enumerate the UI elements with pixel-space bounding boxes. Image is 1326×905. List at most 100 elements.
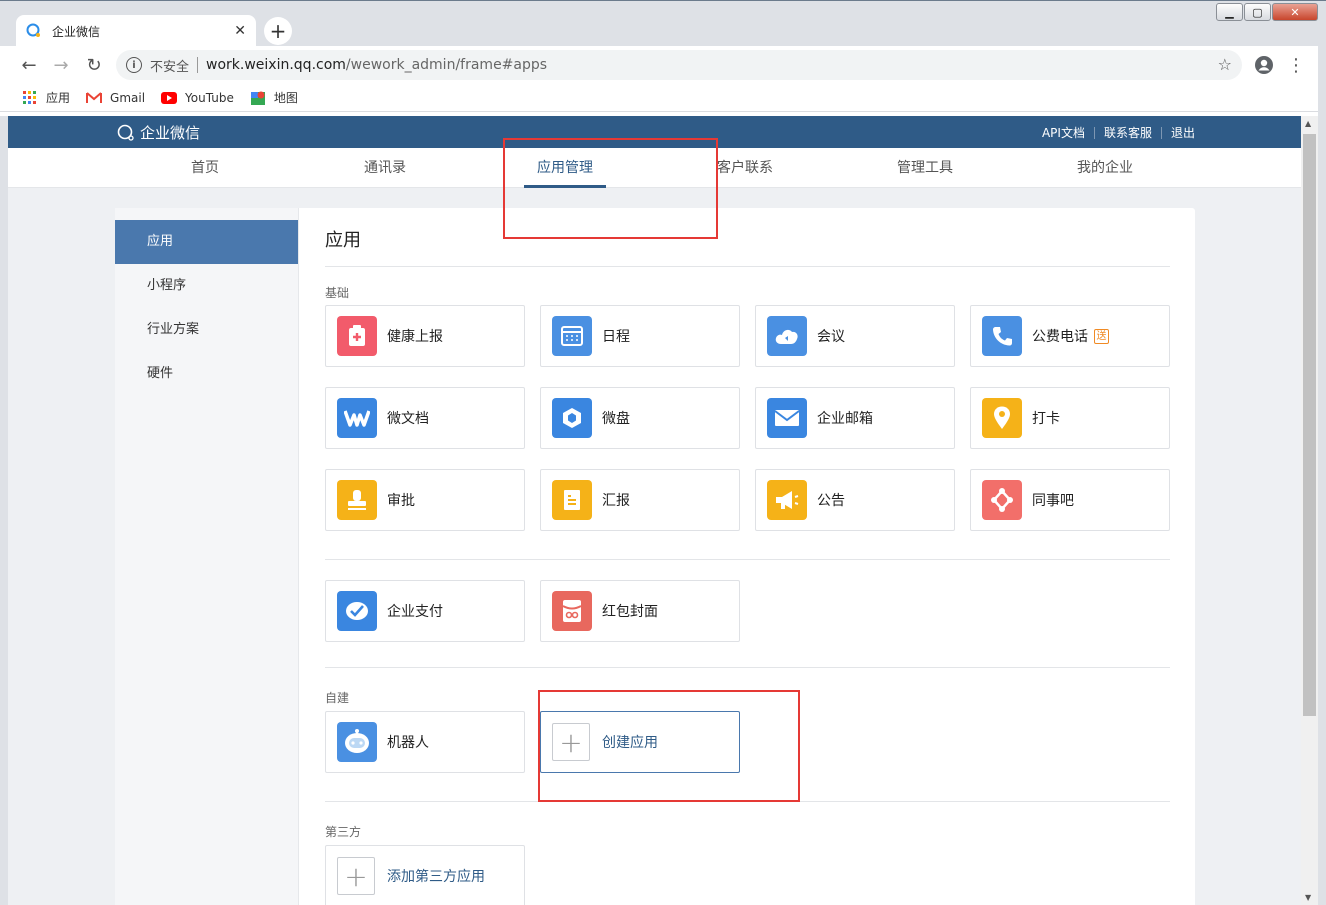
bookmark-label: 应用 [46,91,71,105]
logo-text: 企业微信 [140,124,201,142]
link-divider [1160,126,1162,139]
app-card-health-report[interactable]: 健康上报 [325,305,525,367]
bookmark-star-icon[interactable]: ☆ [1218,55,1232,74]
bookmark-youtube[interactable]: YouTube [161,90,234,106]
app-name: 公费电话送 [1032,326,1109,346]
url-path: /wework_admin/frame#apps [345,57,548,73]
menu-kebab-icon[interactable]: ⋮ [1285,54,1307,76]
app-card-mail[interactable]: 企业邮箱 [755,387,955,449]
app-name: 汇报 [602,493,630,509]
nav-my-enterprise[interactable]: 我的企业 [1060,148,1150,188]
section-label-basic: 基础 [325,286,350,300]
info-icon[interactable]: i [126,57,142,73]
window-frame-right [1318,46,1326,905]
scrollbar-thumb[interactable] [1303,134,1316,716]
gift-badge: 送 [1094,329,1109,344]
app-name: 机器人 [387,735,429,751]
logout-link[interactable]: 退出 [1171,124,1195,141]
sidebar-item-industry-solutions[interactable]: 行业方案 [115,308,298,352]
close-tab-icon[interactable]: ✕ [234,23,246,39]
address-bar[interactable]: i 不安全 work.weixin.qq.com /wework_admin/f… [116,50,1242,80]
bookmark-label: Gmail [110,90,146,105]
tab-title: 企业微信 [52,24,101,39]
youtube-icon [161,90,178,106]
red-packet-icon [552,591,592,631]
close-window-button[interactable]: ✕ [1272,3,1318,21]
colleague-icon [982,480,1022,520]
app-card-colleague[interactable]: 同事吧 [970,469,1170,531]
insecure-label: 不安全 [150,59,190,75]
forward-arrow-icon[interactable]: → [50,54,72,76]
app-name: 打卡 [1032,411,1060,427]
maximize-button[interactable]: ▢ [1244,3,1271,21]
window-frame-left [0,116,8,905]
doc-icon [337,398,377,438]
bookmark-label: 地图 [273,91,298,105]
app-name: 日程 [602,329,630,345]
minimize-button[interactable]: ▁ [1216,3,1243,21]
profile-icon[interactable] [1253,54,1275,76]
browser-tab[interactable]: 企业微信 ✕ [16,15,256,47]
app-name: 微文档 [387,411,429,427]
add-third-party-label: 添加第三方应用 [387,869,485,885]
browser-toolbar: ← → ↻ i 不安全 work.weixin.qq.com /wework_a… [0,46,1326,84]
section-label-custom: 自建 [325,691,350,705]
app-name: 微盘 [602,411,630,427]
nav-management-tools[interactable]: 管理工具 [880,148,970,188]
app-name: 同事吧 [1032,493,1074,509]
app-card-announcement[interactable]: 公告 [755,469,955,531]
app-card-meeting[interactable]: 会议 [755,305,955,367]
approval-icon [337,480,377,520]
new-tab-button[interactable]: + [264,17,292,45]
app-card-robot[interactable]: 机器人 [325,711,525,773]
app-card-checkin[interactable]: 打卡 [970,387,1170,449]
phone-icon [982,316,1022,356]
sidebar-item-hardware[interactable]: 硬件 [115,352,298,396]
calendar-icon [552,316,592,356]
app-name: 审批 [387,493,415,509]
reload-icon[interactable]: ↻ [83,54,105,76]
app-card-pay[interactable]: 企业支付 [325,580,525,642]
page-scrollbar[interactable]: ▲ ▼ [1301,116,1318,905]
scroll-down-icon[interactable]: ▼ [1305,893,1311,902]
scroll-up-icon[interactable]: ▲ [1305,119,1311,128]
app-card-drive[interactable]: 微盘 [540,387,740,449]
bookmark-gmail[interactable]: Gmail [86,90,145,106]
annotation-box-nav [503,138,718,239]
bookmark-maps[interactable]: 地图 [250,89,298,106]
divider [325,667,1170,668]
url-host: work.weixin.qq.com [206,57,346,73]
app-card-approval[interactable]: 审批 [325,469,525,531]
app-card-phone[interactable]: 公费电话送 [970,305,1170,367]
sidebar-item-mini-programs[interactable]: 小程序 [115,264,298,308]
app-name: 企业支付 [387,604,443,620]
sidebar-item-apps[interactable]: 应用 [115,220,298,264]
bookmark-label: YouTube [185,90,234,105]
logo[interactable]: 企业微信 [116,122,200,143]
checkin-icon [982,398,1022,438]
app-card-red-packet[interactable]: 红包封面 [540,580,740,642]
api-docs-link[interactable]: API文档 [1042,124,1085,141]
back-arrow-icon[interactable]: ← [18,54,40,76]
meeting-icon [767,316,807,356]
wework-favicon-icon [26,23,42,39]
app-card-report[interactable]: 汇报 [540,469,740,531]
add-third-party-app-button[interactable]: + 添加第三方应用 [325,845,525,905]
section-label-third-party: 第三方 [325,825,362,839]
nav-contacts[interactable]: 通讯录 [340,148,430,188]
app-name: 企业邮箱 [817,411,873,427]
app-card-calendar[interactable]: 日程 [540,305,740,367]
nav-home[interactable]: 首页 [160,148,250,188]
address-separator [197,57,199,73]
app-name: 健康上报 [387,329,443,345]
app-name: 会议 [817,329,845,345]
pay-icon [337,591,377,631]
bookmark-apps[interactable]: 应用 [22,89,70,106]
plus-icon: + [337,857,375,895]
link-divider [1093,126,1095,139]
app-card-doc[interactable]: 微文档 [325,387,525,449]
contact-support-link[interactable]: 联系客服 [1104,124,1152,141]
mail-icon [767,398,807,438]
health-report-icon [337,316,377,356]
announcement-icon [767,480,807,520]
